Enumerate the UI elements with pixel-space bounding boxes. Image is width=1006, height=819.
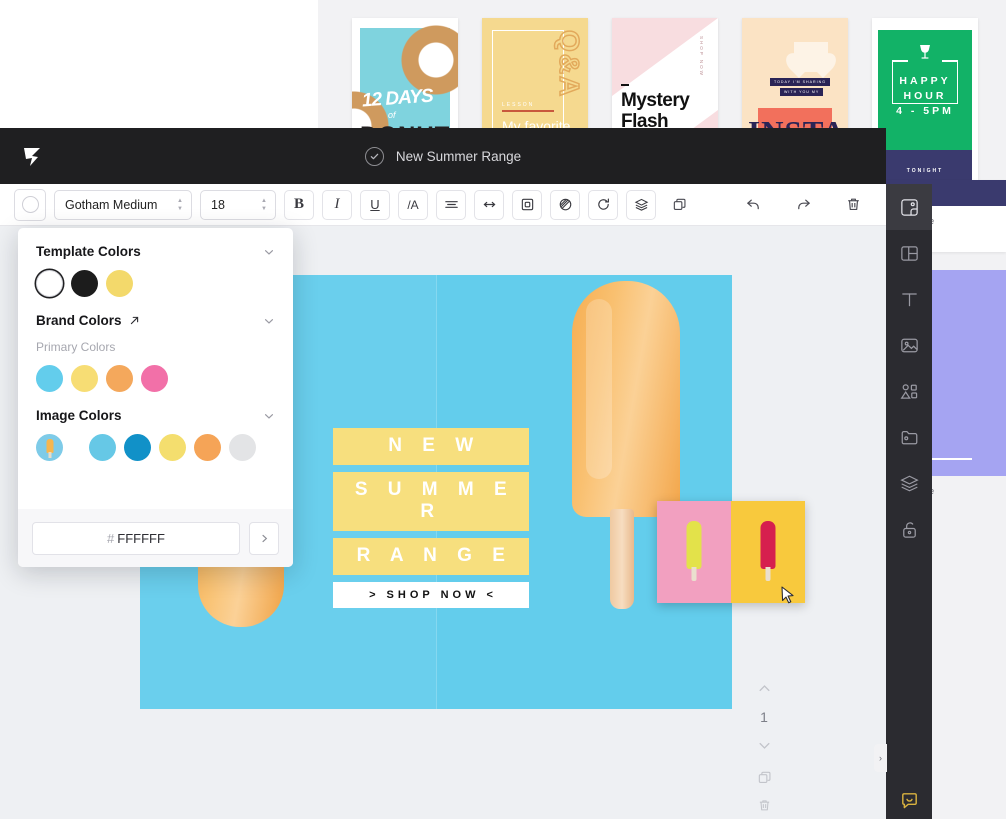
delete-button[interactable] — [838, 190, 868, 220]
color-swatch[interactable] — [194, 434, 221, 461]
page-down-button[interactable] — [757, 738, 772, 753]
gallery-card-title: HAPPY HOUR 4 - 5PM — [896, 75, 954, 117]
sidebar-item-layers[interactable] — [886, 460, 932, 506]
color-swatch[interactable] — [141, 365, 168, 392]
brand-colors-title: Brand Colors — [36, 313, 140, 328]
primary-colors-label: Primary Colors — [36, 340, 116, 354]
hex-color-value: FFFFFF — [117, 530, 165, 546]
wine-glass-icon — [916, 44, 934, 60]
gallery-card-kicker: LESSON — [502, 102, 535, 108]
hex-input-footer: # FFFFFF — [18, 509, 293, 567]
brand-colors-header[interactable]: Brand Colors — [36, 297, 275, 328]
gallery-card-band2: WITH YOU MY — [780, 88, 824, 96]
gallery-card-mark: Q&A — [553, 29, 586, 99]
gallery-card-happy-hour[interactable]: HAPPY HOUR 4 - 5PM TONIGHT — [872, 18, 978, 188]
text-color-swatch-button[interactable] — [14, 188, 46, 221]
headline-line[interactable]: N E W — [333, 428, 529, 465]
color-swatch[interactable] — [106, 365, 133, 392]
rotate-button[interactable] — [588, 189, 618, 220]
undo-button[interactable] — [738, 190, 768, 220]
sidebar-item-layouts[interactable] — [886, 230, 932, 276]
page-number: 1 — [760, 709, 768, 725]
gallery-card-footer: TONIGHT — [906, 168, 944, 174]
align-button[interactable] — [436, 189, 466, 220]
template-colors-swatches — [36, 270, 275, 297]
font-size-select[interactable]: 18 ▲ ▼ — [200, 189, 276, 220]
right-sidebar-rail — [886, 184, 932, 819]
hex-color-input[interactable]: # FFFFFF — [32, 521, 240, 555]
color-swatch[interactable] — [159, 434, 186, 461]
color-swatch[interactable] — [71, 270, 98, 297]
shop-now-button[interactable]: > SHOP NOW < — [333, 582, 529, 608]
document-title[interactable]: New Summer Range — [396, 149, 521, 164]
duplicate-page-button[interactable] — [757, 770, 772, 785]
image-colors-header[interactable]: Image Colors — [36, 392, 275, 423]
chat-icon[interactable] — [896, 788, 922, 812]
mouse-cursor — [781, 586, 795, 606]
sidebar-item-shapes[interactable] — [886, 368, 932, 414]
font-size-value: 18 — [211, 197, 225, 212]
chevron-down-icon[interactable] — [263, 410, 275, 422]
color-swatch[interactable] — [36, 365, 63, 392]
sidebar-item-images[interactable] — [886, 322, 932, 368]
external-link-icon[interactable] — [129, 315, 140, 326]
text-toolbar: Gotham Medium ▲ ▼ 18 ▲ ▼ B I U /A — [0, 184, 886, 226]
template-colors-header[interactable]: Template Colors — [36, 228, 275, 259]
gallery-card-band1: TODAY I'M SHARING — [770, 78, 831, 86]
document-title-bar: New Summer Range — [0, 128, 886, 184]
check-circle-icon — [364, 146, 384, 166]
color-picker-popover[interactable]: Template Colors Brand Colors Primary Col… — [18, 228, 293, 567]
bold-button[interactable]: B — [284, 189, 314, 220]
color-swatch[interactable] — [36, 270, 63, 297]
headline-line[interactable]: S U M M E R — [333, 472, 529, 531]
sidebar-item-templates[interactable] — [886, 184, 932, 230]
letter-spacing-button[interactable] — [474, 189, 504, 220]
headline-text-block[interactable]: N E W S U M M E R R A N G E > SHOP NOW < — [333, 428, 529, 608]
font-family-select[interactable]: Gotham Medium ▲ ▼ — [54, 189, 192, 220]
color-swatch[interactable] — [106, 270, 133, 297]
image-colors-title: Image Colors — [36, 408, 122, 423]
italic-button[interactable]: I — [322, 189, 352, 220]
gallery-card-line2: of — [388, 110, 396, 120]
arrange-layer-button[interactable] — [626, 189, 656, 220]
stepper-icon: ▲ ▼ — [261, 197, 267, 212]
transparency-button[interactable] — [550, 189, 580, 220]
text-case-button[interactable]: /A — [398, 189, 428, 220]
apply-hex-button[interactable] — [249, 521, 279, 555]
brand-colors-swatches — [36, 365, 275, 392]
sidebar-item-text[interactable] — [886, 276, 932, 322]
crop-button[interactable] — [512, 189, 542, 220]
chevron-down-icon[interactable] — [263, 246, 275, 258]
image-source-thumbnail[interactable] — [36, 434, 63, 461]
sidebar-item-brand[interactable] — [886, 506, 932, 552]
underline-button[interactable]: U — [360, 189, 390, 220]
color-swatch[interactable] — [229, 434, 256, 461]
stepper-icon: ▲ ▼ — [177, 197, 183, 212]
page-navigation: 1 — [750, 681, 778, 813]
duplicate-button[interactable] — [664, 190, 694, 220]
redo-button[interactable] — [788, 190, 818, 220]
font-family-value: Gotham Medium — [65, 197, 158, 212]
gallery-card-vertical: SHOP NOW — [699, 36, 704, 77]
color-swatch[interactable] — [124, 434, 151, 461]
headline-line[interactable]: R A N G E — [333, 538, 529, 575]
color-swatch[interactable] — [71, 365, 98, 392]
heart-icon — [794, 42, 828, 72]
panel-expand-button[interactable]: › — [874, 744, 887, 772]
delete-page-button[interactable] — [757, 798, 772, 813]
chevron-down-icon[interactable] — [263, 315, 275, 327]
image-colors-swatches — [36, 434, 275, 461]
color-swatch[interactable] — [89, 434, 116, 461]
template-colors-title: Template Colors — [36, 244, 141, 259]
page-up-button[interactable] — [757, 681, 772, 696]
hash-symbol: # — [107, 530, 115, 546]
sidebar-item-uploads[interactable] — [886, 414, 932, 460]
